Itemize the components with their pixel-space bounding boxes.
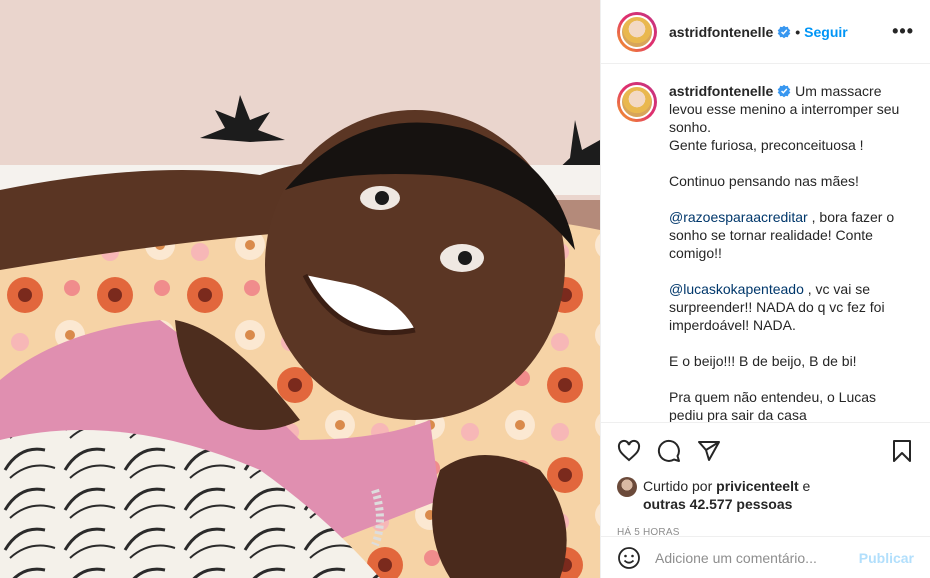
post-header: astridfontenelle • Seguir ••• [601,0,930,64]
photo-illustration [0,0,600,578]
mention-link[interactable]: @razoesparaacreditar [669,209,808,225]
caption-username[interactable]: astridfontenelle [669,83,773,99]
post-sidebar: astridfontenelle • Seguir ••• astridfont… [600,0,930,578]
post-actions: Curtido por privicenteelt e outras 42.57… [601,422,930,538]
publish-button[interactable]: Publicar [859,550,914,566]
mention-link[interactable]: @lucaskokapenteado [669,281,804,297]
verified-badge-icon [777,84,791,98]
emoji-icon[interactable] [617,546,641,570]
caption-avatar[interactable] [617,82,657,122]
liker-username[interactable]: privicenteelt [716,478,798,494]
author-username[interactable]: astridfontenelle [669,24,773,40]
avatar-image [620,85,654,119]
separator-dot: • [795,23,801,40]
avatar-image [620,14,654,49]
likes-prefix: Curtido por [643,478,717,494]
likes-mid: e [798,478,811,494]
caption-line: E o beijo!!! B de beijo, B de bi! [669,353,857,369]
more-options-icon[interactable]: ••• [892,21,914,42]
likes-count[interactable]: outras 42.577 pessoas [643,496,792,512]
caption-line: Gente furiosa, preconceituosa ! [669,137,864,153]
caption-section: astridfontenelle Um massacre levou esse … [601,64,930,422]
caption-text: astridfontenelle Um massacre levou esse … [669,82,913,422]
post-photo[interactable] [0,0,600,578]
follow-button[interactable]: Seguir [804,24,848,40]
liker-avatar[interactable] [617,477,637,497]
bookmark-icon[interactable] [890,439,914,463]
caption-line: Continuo pensando nas mães! [669,173,859,189]
comment-bar: Publicar [601,536,930,578]
share-icon[interactable] [697,439,721,463]
heart-icon[interactable] [617,439,641,463]
verified-badge-icon [777,25,791,38]
instagram-post: astridfontenelle • Seguir ••• astridfont… [0,0,930,578]
caption-line: Pra quem não entendeu, o Lucas pediu pra… [669,389,877,422]
comment-input[interactable] [655,549,859,566]
comment-icon[interactable] [657,439,681,463]
author-avatar[interactable] [617,11,657,52]
likes-summary: Curtido por privicenteelt e outras 42.57… [617,477,914,513]
